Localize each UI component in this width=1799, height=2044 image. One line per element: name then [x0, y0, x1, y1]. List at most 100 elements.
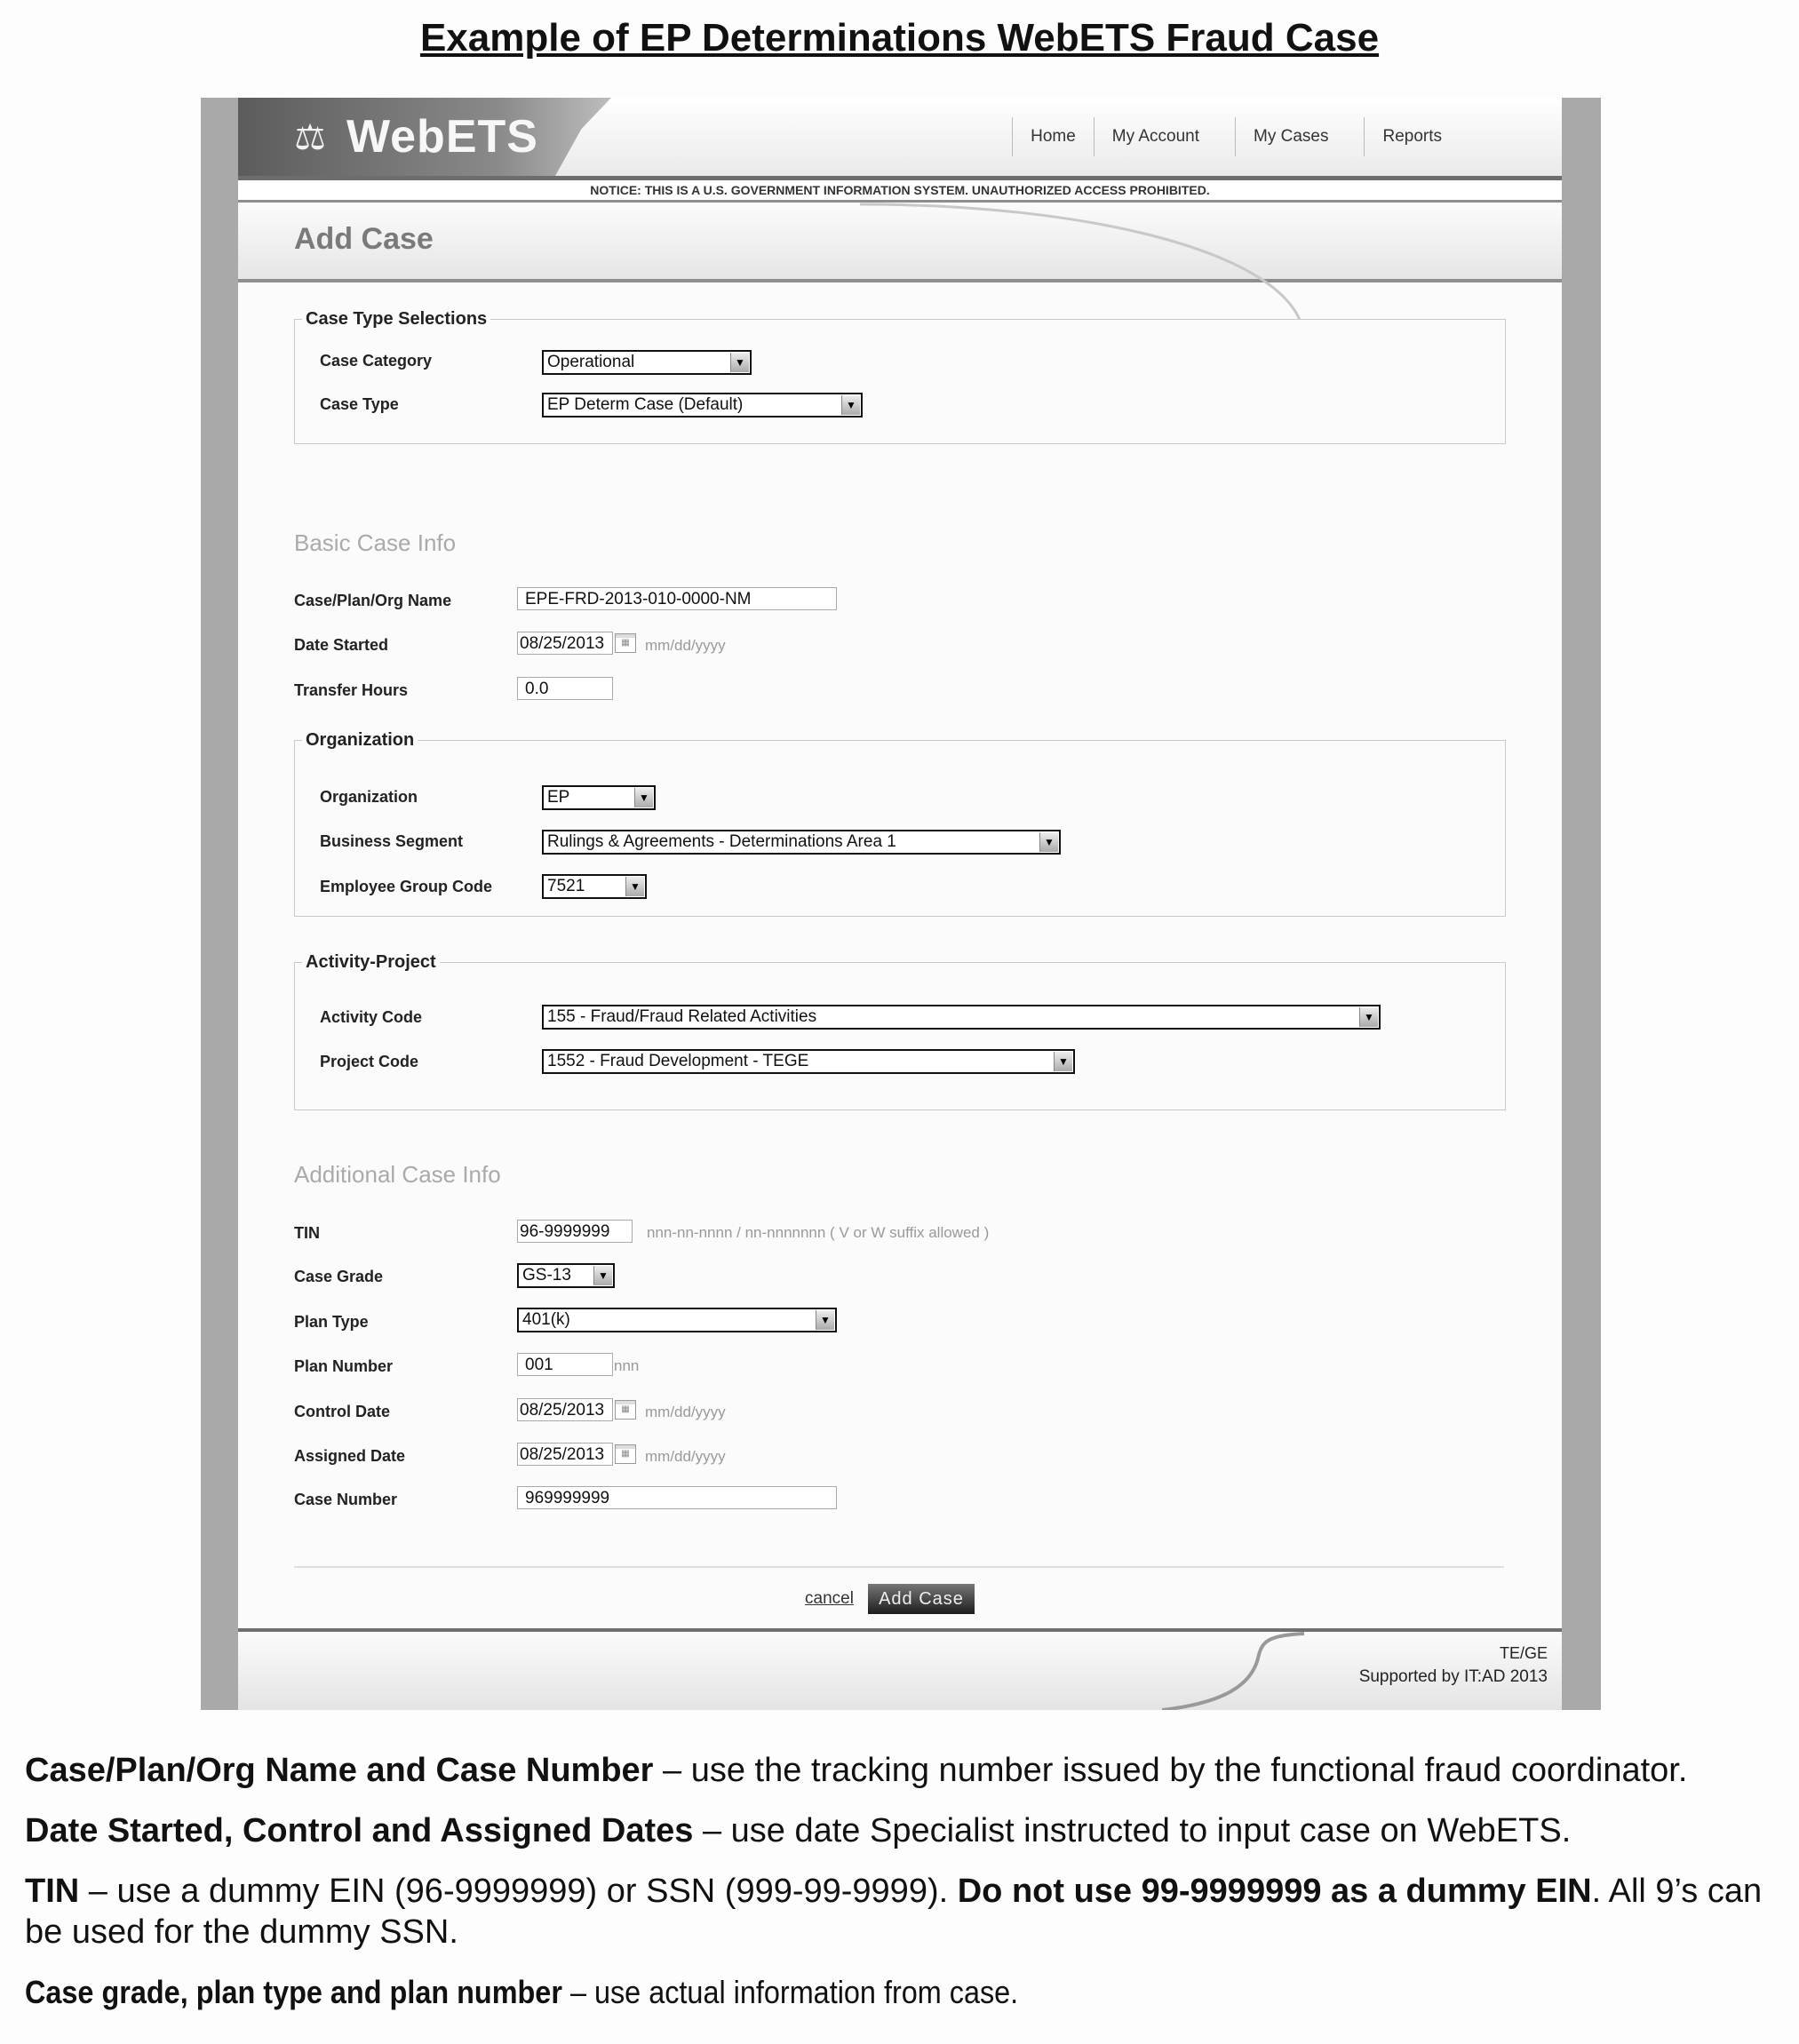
note-term: TIN [25, 1873, 80, 1910]
note-tin: TIN – use a dummy EIN (96-9999999) or SS… [25, 1871, 1784, 1953]
case-type-select[interactable]: EP Determ Case (Default) ▼ [542, 393, 863, 418]
activity-code-value: 155 - Fraud/Fraud Related Activities [547, 1007, 817, 1026]
note-case-name: Case/Plan/Org Name and Case Number – use… [25, 1750, 1784, 1791]
chevron-down-icon[interactable]: ▼ [625, 877, 644, 896]
assigned-date-label: Assigned Date [294, 1447, 406, 1465]
tin-label: TIN [294, 1224, 320, 1242]
plan-number-label: Plan Number [294, 1357, 394, 1375]
transfer-hours-input[interactable]: 0.0 [517, 677, 613, 700]
chevron-down-icon[interactable]: ▼ [1359, 1007, 1378, 1027]
nav-my-cases[interactable]: My Cases [1235, 117, 1364, 156]
webets-screenshot: ⚖ WebETS Home My Account My Cases Report… [201, 98, 1601, 1710]
chevron-down-icon[interactable]: ▼ [593, 1266, 612, 1285]
chevron-down-icon[interactable]: ▼ [634, 788, 653, 807]
note-dates: Date Started, Control and Assigned Dates… [25, 1810, 1784, 1851]
case-type-value: EP Determ Case (Default) [547, 395, 744, 414]
case-grade-label: Case Grade [294, 1268, 384, 1285]
control-date-label: Control Date [294, 1403, 390, 1420]
project-code-label: Project Code [320, 1053, 419, 1070]
business-segment-value: Rulings & Agreements - Determinations Ar… [547, 832, 896, 851]
document-title: Example of EP Determinations WebETS Frau… [419, 16, 1380, 60]
activity-project-group: Activity-Project [294, 952, 1506, 1110]
employee-group-code-label: Employee Group Code [320, 878, 493, 895]
note-term: Case/Plan/Org Name and Case Number [25, 1752, 654, 1789]
chevron-down-icon[interactable]: ▼ [816, 1310, 834, 1330]
plan-number-input[interactable]: 001 [517, 1353, 613, 1376]
activity-project-legend: Activity-Project [306, 952, 436, 972]
basic-case-info-heading: Basic Case Info [294, 529, 457, 556]
project-code-select[interactable]: 1552 - Fraud Development - TEGE ▼ [542, 1049, 1075, 1074]
note-warning: Do not use 99-9999999 as a dummy EIN [957, 1873, 1592, 1910]
add-case-button[interactable]: Add Case [868, 1584, 975, 1614]
case-type-selections-group: Case Type Selections [294, 309, 1506, 444]
logo-text: WebETS [346, 111, 538, 163]
assigned-date-input[interactable]: 08/25/2013 [517, 1443, 613, 1466]
calendar-icon[interactable]: ▦ [615, 633, 636, 653]
note-case-grade: Case grade, plan type and plan number – … [25, 1972, 1608, 2013]
note-term: Case grade, plan type and plan number [25, 1974, 562, 2010]
case-category-value: Operational [547, 353, 635, 371]
plan-type-value: 401(k) [522, 1310, 570, 1329]
note-text: – use the tracking number issued by the … [653, 1752, 1688, 1789]
case-number-label: Case Number [294, 1491, 398, 1508]
footer-supported-by: Supported by IT:AD 2013 [1358, 1667, 1548, 1686]
date-started-hint: mm/dd/yyyy [645, 637, 726, 654]
control-date-hint: mm/dd/yyyy [645, 1404, 726, 1420]
case-name-input[interactable]: EPE-FRD-2013-010-0000-NM [517, 587, 837, 610]
note-text: – use a dummy EIN (96-9999999) or SSN (9… [79, 1873, 958, 1910]
business-segment-select[interactable]: Rulings & Agreements - Determinations Ar… [542, 830, 1061, 855]
business-segment-label: Business Segment [320, 832, 464, 850]
plan-number-hint: nnn [614, 1357, 640, 1374]
nav-my-account[interactable]: My Account [1093, 117, 1235, 156]
tin-input[interactable]: 96-9999999 [517, 1220, 633, 1243]
calendar-icon[interactable]: ▦ [615, 1444, 636, 1464]
chevron-down-icon[interactable]: ▼ [841, 395, 860, 415]
project-code-value: 1552 - Fraud Development - TEGE [547, 1052, 809, 1070]
activity-code-label: Activity Code [320, 1008, 423, 1026]
case-category-label: Case Category [320, 352, 433, 370]
transfer-hours-label: Transfer Hours [294, 681, 409, 699]
cancel-link[interactable]: cancel [805, 1589, 854, 1609]
nav-home[interactable]: Home [1012, 117, 1094, 156]
organization-select[interactable]: EP ▼ [542, 785, 656, 810]
form-divider [294, 1566, 1504, 1568]
case-number-input[interactable]: 969999999 [517, 1486, 837, 1509]
chevron-down-icon[interactable]: ▼ [1039, 832, 1058, 852]
organization-label: Organization [320, 788, 418, 806]
activity-code-select[interactable]: 155 - Fraud/Fraud Related Activities ▼ [542, 1005, 1381, 1030]
chevron-down-icon[interactable]: ▼ [1054, 1052, 1072, 1071]
security-notice: NOTICE: THIS IS A U.S. GOVERNMENT INFORM… [238, 180, 1562, 203]
note-text: – use actual information from case. [561, 1974, 1019, 2010]
plan-type-select[interactable]: 401(k) ▼ [517, 1308, 837, 1332]
calendar-icon[interactable]: ▦ [615, 1400, 636, 1420]
tin-hint: nnn-nn-nnnn / nn-nnnnnnn ( V or W suffix… [647, 1224, 990, 1241]
date-started-label: Date Started [294, 636, 389, 654]
case-name-label: Case/Plan/Org Name [294, 592, 452, 609]
irs-eagle-icon: ⚖ [294, 118, 326, 157]
assigned-date-hint: mm/dd/yyyy [645, 1448, 726, 1465]
nav-reports[interactable]: Reports [1364, 117, 1477, 156]
case-type-label: Case Type [320, 395, 399, 413]
webets-page: ⚖ WebETS Home My Account My Cases Report… [238, 98, 1562, 1710]
case-grade-select[interactable]: GS-13 ▼ [517, 1263, 615, 1288]
main-nav: Home My Account My Cases Reports [1012, 117, 1477, 156]
employee-group-code-select[interactable]: 7521 ▼ [542, 874, 647, 899]
note-text: – use date Specialist instructed to inpu… [693, 1812, 1572, 1849]
instruction-notes: Case/Plan/Org Name and Case Number – use… [25, 1750, 1784, 2032]
additional-case-info-heading: Additional Case Info [294, 1161, 501, 1188]
page-title: Add Case [294, 222, 434, 256]
employee-group-code-value: 7521 [547, 877, 585, 895]
control-date-input[interactable]: 08/25/2013 [517, 1398, 613, 1421]
title-band: Add Case [238, 203, 1562, 282]
organization-value: EP [547, 788, 570, 807]
logo[interactable]: ⚖ WebETS [238, 98, 611, 176]
chevron-down-icon[interactable]: ▼ [730, 353, 749, 372]
plan-type-label: Plan Type [294, 1313, 369, 1331]
footer-org: TE/GE [1499, 1644, 1548, 1662]
date-started-input[interactable]: 08/25/2013 [517, 632, 613, 655]
case-type-selections-legend: Case Type Selections [306, 309, 488, 329]
note-term: Date Started, Control and Assigned Dates [25, 1812, 694, 1849]
case-category-select[interactable]: Operational ▼ [542, 350, 752, 375]
app-footer: TE/GE Supported by IT:AD 2013 [238, 1628, 1562, 1710]
organization-legend: Organization [306, 730, 415, 750]
